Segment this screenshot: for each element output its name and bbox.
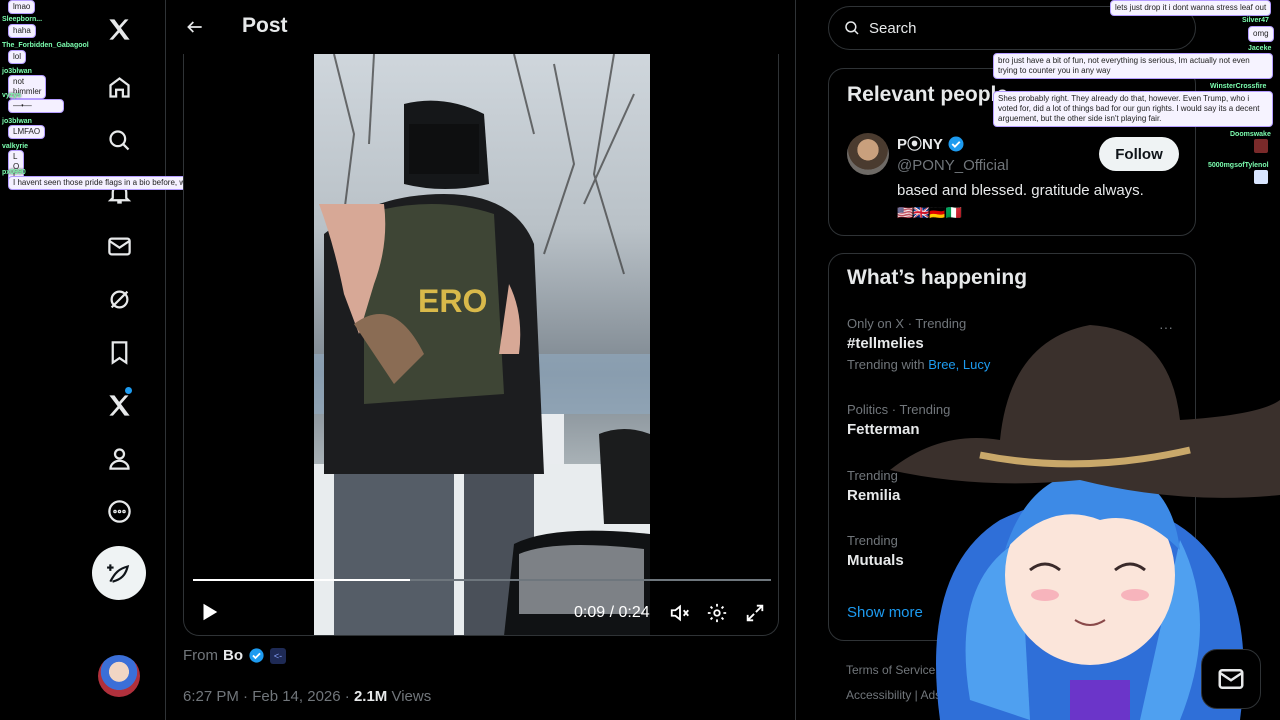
back-button[interactable] — [180, 12, 210, 42]
play-icon — [203, 603, 218, 621]
whats-happening-title: What’s happening — [847, 266, 1028, 289]
bookmarks-icon[interactable] — [100, 333, 138, 371]
explore-search-icon[interactable] — [100, 121, 138, 159]
chat-message: lmao — [8, 0, 36, 14]
person-name[interactable]: P⦿NY — [897, 133, 965, 154]
chat-message: Shes probably right. They already do tha… — [993, 91, 1273, 127]
video-scene: ERO — [314, 54, 650, 635]
video-player[interactable]: ERO 0:09 / 0:24 — [183, 54, 779, 636]
source-attribution: From Bo <- — [183, 647, 286, 664]
page-title: Post — [242, 14, 288, 37]
play-button[interactable] — [198, 601, 220, 623]
person-flags: 🇺🇸🇬🇧🇩🇪🇮🇹 — [897, 205, 962, 220]
envelope-icon — [1218, 669, 1244, 689]
expand-icon — [746, 604, 764, 622]
chat-username: Silver47 — [1242, 17, 1269, 24]
search-icon — [845, 21, 859, 35]
gear-icon — [707, 603, 727, 623]
duration: 0:24 — [618, 604, 650, 621]
verified-badge-icon — [948, 136, 964, 151]
follow-button[interactable]: Follow — [1099, 137, 1179, 171]
views-count: 2.1M — [353, 688, 388, 705]
feather-plus-icon — [107, 564, 130, 583]
video-progress-fill — [193, 579, 410, 581]
chat-username: 5000mgsofTylenol — [1208, 162, 1269, 169]
affiliate-badge-icon: <- — [270, 647, 286, 664]
video-time: 0:09 / 0:24 — [574, 604, 650, 622]
profile-icon[interactable] — [100, 439, 138, 477]
chat-message: haha — [8, 24, 36, 38]
speaker-muted-icon — [670, 604, 689, 622]
chat-username: The_Forbidden_Gabagool — [2, 42, 89, 49]
video-frame: ERO — [314, 54, 650, 635]
x-logo-icon[interactable] — [100, 10, 138, 48]
messages-drawer-button[interactable] — [1201, 649, 1261, 709]
settings-button[interactable] — [706, 602, 728, 624]
grok-icon[interactable] — [100, 280, 138, 318]
account-avatar[interactable] — [98, 655, 140, 697]
time-separator: / — [609, 604, 615, 621]
verified-badge-icon — [249, 648, 264, 663]
chat-username: WinsterCrossfire — [1210, 83, 1267, 90]
home-icon[interactable] — [100, 68, 138, 106]
search-placeholder: Search — [869, 19, 917, 37]
person-handle: @PONY_Official — [897, 157, 1009, 174]
post-header: Post — [166, 0, 796, 54]
compose-post-button[interactable] — [92, 546, 146, 600]
fullscreen-button[interactable] — [744, 602, 766, 624]
chat-message: —•— — [8, 99, 64, 113]
more-icon[interactable] — [100, 492, 138, 530]
chat-message: bro just have a bit of fun, not everythi… — [993, 53, 1273, 79]
arrow-left-icon — [187, 21, 202, 33]
chat-username: Sleepborn... — [2, 16, 43, 23]
relevant-people-title: Relevant people — [847, 83, 1009, 106]
chat-emote-icon — [1254, 139, 1268, 153]
premium-notification-dot — [125, 387, 132, 394]
chat-username: Doomswake — [1230, 131, 1271, 138]
source-account-link[interactable]: Bo — [223, 647, 243, 664]
chat-emote-icon — [1254, 170, 1268, 184]
main-column: Post ERO 0:09 / 0:24 From Bo <- 6:27 PM … — [166, 0, 796, 720]
from-label: From — [183, 647, 218, 664]
post-timestamp[interactable]: 6:27 PM · Feb 14, 2026 — [183, 688, 341, 705]
person-display-name: P⦿NY — [897, 136, 943, 153]
chat-message: lets just drop it i dont wanna stress le… — [1110, 0, 1272, 16]
chat-message: LMFAO — [8, 125, 46, 139]
views-label: Views — [391, 688, 432, 705]
premium-icon[interactable] — [100, 386, 138, 424]
chat-message: lol — [8, 50, 27, 64]
person-bio: based and blessed. gratitude always. — [897, 182, 1144, 199]
current-time: 0:09 — [574, 604, 606, 621]
x-post-page: lmao Sleepborn... haha The_Forbidden_Gab… — [0, 0, 1280, 720]
person-avatar[interactable] — [847, 133, 889, 175]
video-progress-bar[interactable] — [193, 579, 771, 581]
post-meta: 6:27 PM · Feb 14, 2026 · 2.1M Views — [183, 688, 432, 705]
mute-button[interactable] — [669, 602, 691, 624]
chat-message: omg — [1248, 26, 1274, 42]
messages-icon[interactable] — [100, 227, 138, 265]
chat-username: Jaceke — [1248, 45, 1272, 52]
vest-label: ERO — [418, 283, 487, 319]
